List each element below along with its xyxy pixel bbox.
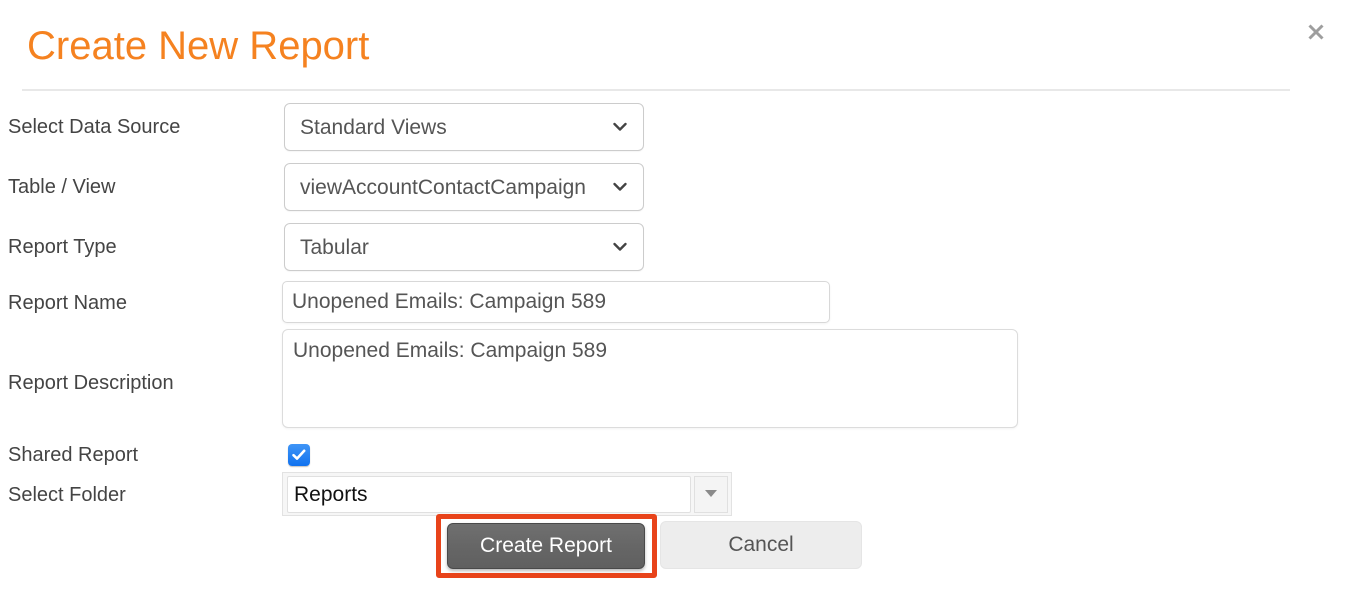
report-type-value: Tabular: [300, 236, 369, 259]
chevron-down-icon: [611, 178, 629, 196]
select-data-source-value: Standard Views: [300, 116, 447, 139]
select-data-source-dropdown[interactable]: Standard Views: [284, 103, 644, 151]
select-folder-combo: [282, 472, 732, 516]
create-report-button[interactable]: Create Report: [447, 523, 645, 569]
triangle-down-icon: [703, 486, 719, 504]
report-type-dropdown[interactable]: Tabular: [284, 223, 644, 271]
report-name-input[interactable]: [282, 281, 830, 323]
label-select-data-source: Select Data Source: [8, 116, 181, 138]
chevron-down-icon: [611, 238, 629, 256]
create-new-report-dialog: Create New Report Select Data Source Sta…: [0, 0, 1348, 608]
chevron-down-icon: [611, 118, 629, 136]
shared-report-checkbox[interactable]: [288, 444, 310, 466]
label-report-type: Report Type: [8, 236, 117, 258]
table-view-value: viewAccountContactCampaign: [300, 176, 586, 199]
table-view-dropdown[interactable]: viewAccountContactCampaign: [284, 163, 644, 211]
label-table-view: Table / View: [8, 176, 116, 198]
report-form: Select Data Source Standard Views Table …: [0, 0, 1348, 608]
cancel-button[interactable]: Cancel: [660, 521, 862, 569]
label-report-name: Report Name: [8, 292, 127, 314]
label-select-folder: Select Folder: [8, 484, 126, 506]
select-folder-input[interactable]: [287, 476, 691, 513]
report-description-textarea[interactable]: [282, 329, 1018, 428]
select-folder-dropdown-button[interactable]: [694, 476, 728, 513]
label-report-description: Report Description: [8, 372, 174, 394]
label-shared-report: Shared Report: [8, 444, 139, 466]
